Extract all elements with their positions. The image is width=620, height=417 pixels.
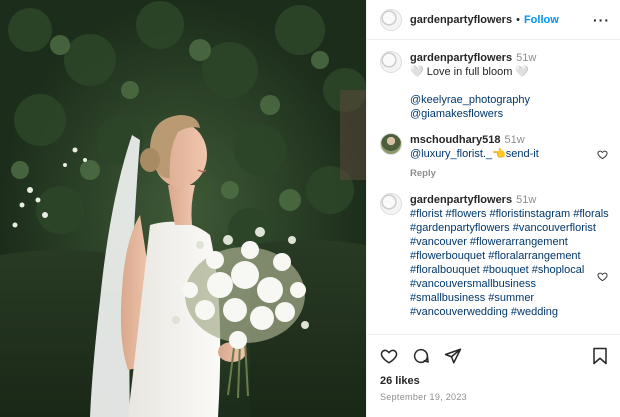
mention-florist[interactable]: @giamakesflowers <box>410 107 610 121</box>
share-icon[interactable] <box>444 347 462 365</box>
comment-icon[interactable] <box>412 347 430 365</box>
header-username[interactable]: gardenpartyflowers <box>410 14 512 26</box>
separator-dot: • <box>516 13 520 26</box>
caption-text: 🤍 Love in full bloom 🤍 <box>410 66 530 78</box>
avatar[interactable] <box>380 8 402 31</box>
reply-button[interactable]: Reply <box>410 167 610 181</box>
more-options-icon[interactable]: ··· <box>593 12 610 28</box>
follow-button[interactable]: Follow <box>524 14 559 26</box>
comment-username[interactable]: gardenpartyflowers <box>410 194 512 206</box>
like-count[interactable]: 26 likes <box>380 375 608 387</box>
comment-text: @luxury_florist._👈send-it <box>410 148 539 160</box>
mention-photographer[interactable]: @keelyrae_photography <box>410 93 610 107</box>
comment-username[interactable]: mschoudhary518 <box>410 134 500 146</box>
comment-time[interactable]: 51w <box>516 194 536 206</box>
heart-icon[interactable] <box>597 271 608 282</box>
hashtags-text[interactable]: #florist #flowers #floristinstagram #flo… <box>410 207 610 319</box>
avatar[interactable] <box>380 51 402 73</box>
bride-photo-illustration <box>0 0 366 417</box>
caption-username[interactable]: gardenpartyflowers <box>410 52 512 64</box>
post-photo[interactable] <box>0 0 366 417</box>
comment-item: gardenpartyflowers 51w #florist #flowers … <box>380 193 610 319</box>
caption: gardenpartyflowers 51w 🤍 Love in full blo… <box>380 51 610 121</box>
post-viewer: gardenpartyflowers • Follow ··· gardenpa… <box>0 0 620 417</box>
bookmark-icon[interactable] <box>592 347 608 365</box>
caption-time[interactable]: 51w <box>516 52 536 64</box>
heart-icon[interactable] <box>597 149 608 160</box>
post-header: gardenpartyflowers • Follow ··· <box>367 0 620 40</box>
avatar[interactable] <box>380 133 402 155</box>
comments-panel: gardenpartyflowers • Follow ··· gardenpa… <box>366 0 620 417</box>
avatar[interactable] <box>380 193 402 215</box>
comment-time[interactable]: 51w <box>504 134 524 146</box>
comment-item: mschoudhary518 51w @luxury_florist._👈send… <box>380 133 610 181</box>
post-date[interactable]: September 19, 2023 <box>380 392 608 402</box>
heart-icon[interactable] <box>380 347 398 365</box>
comments-list[interactable]: gardenpartyflowers 51w 🤍 Love in full blo… <box>367 41 620 334</box>
action-bar: 26 likes September 19, 2023 <box>367 334 620 402</box>
